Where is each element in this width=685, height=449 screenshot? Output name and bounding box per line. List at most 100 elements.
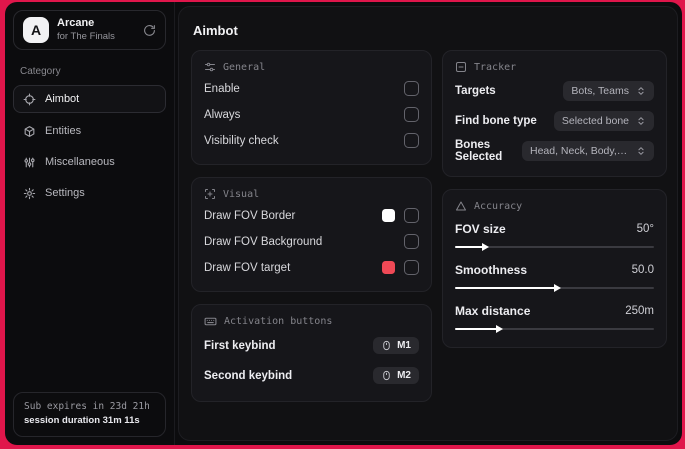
- visibility-check-checkbox[interactable]: [404, 133, 419, 148]
- fov-size-value: 50°: [636, 223, 654, 235]
- smoothness-slider[interactable]: [455, 282, 654, 294]
- subscription-status-card: Sub expires in 23d 21h session duration …: [13, 391, 166, 437]
- first-keybind-button[interactable]: M1: [373, 337, 419, 354]
- setting-row-draw-fov-target: Draw FOV target: [204, 256, 419, 279]
- visual-icon: [204, 188, 216, 200]
- select-value: Head, Neck, Body, Pe..: [530, 144, 629, 157]
- entities-icon: [23, 125, 36, 138]
- chevrons-up-down-icon: [636, 86, 646, 96]
- card-title: Accuracy: [474, 200, 523, 212]
- general-card: General Enable Always Visibility check: [191, 50, 432, 165]
- draw-fov-border-checkbox[interactable]: [404, 208, 419, 223]
- setting-row-smoothness: Smoothness 50.0: [455, 263, 654, 294]
- select-value: Selected bone: [561, 114, 629, 127]
- card-title: Tracker: [474, 61, 517, 73]
- select-value: Bots, Teams: [571, 84, 629, 97]
- setting-row-find-bone-type: Find bone type Selected bone: [455, 107, 654, 134]
- setting-label: Draw FOV target: [204, 261, 291, 274]
- app-window: A Arcane for The Finals Category Aimbot: [5, 2, 682, 445]
- setting-label: Max distance: [455, 304, 531, 318]
- second-keybind-button[interactable]: M2: [373, 367, 419, 384]
- accuracy-icon: [455, 200, 467, 212]
- setting-row-visibility-check: Visibility check: [204, 129, 419, 152]
- fov-border-color-swatch[interactable]: [382, 209, 395, 222]
- setting-row-second-keybind: Second keybind M2: [204, 362, 419, 389]
- slider-fill: [455, 324, 503, 333]
- sidebar-item-aimbot[interactable]: Aimbot: [13, 85, 166, 113]
- setting-label: Draw FOV Border: [204, 209, 296, 222]
- page-title: Aimbot: [193, 23, 238, 38]
- gear-icon: [23, 187, 36, 200]
- brand-title: Arcane: [57, 17, 95, 30]
- mouse-icon: [381, 340, 392, 351]
- setting-row-first-keybind: First keybind M1: [204, 332, 419, 359]
- setting-label: Find bone type: [455, 114, 537, 127]
- setting-label: Second keybind: [204, 369, 293, 382]
- brand-card: A Arcane for The Finals: [13, 10, 166, 50]
- setting-row-targets: Targets Bots, Teams: [455, 77, 654, 104]
- setting-row-max-distance: Max distance 250m: [455, 304, 654, 335]
- sidebar-item-settings[interactable]: Settings: [13, 180, 166, 206]
- tracker-icon: [455, 61, 467, 73]
- tracker-card: Tracker Targets Bots, Teams Find bone ty…: [442, 50, 667, 177]
- sidebar: A Arcane for The Finals Category Aimbot: [5, 2, 175, 445]
- slider-fill: [455, 242, 489, 251]
- sub-expiry-text: Sub expires in 23d 21h: [24, 400, 150, 412]
- setting-row-enable: Enable: [204, 77, 419, 100]
- general-sliders-icon: [204, 61, 216, 73]
- card-title: General: [223, 61, 266, 73]
- sidebar-nav: Aimbot Entities Miscellaneous Settings: [13, 85, 166, 206]
- accuracy-card: Accuracy FOV size 50° Smoothness 50.0 Ma…: [442, 189, 667, 348]
- slider-fill: [455, 283, 560, 292]
- fov-target-color-swatch[interactable]: [382, 261, 395, 274]
- max-distance-slider[interactable]: [455, 323, 654, 335]
- find-bone-type-select[interactable]: Selected bone: [553, 110, 654, 131]
- card-title: Visual: [223, 188, 260, 200]
- setting-label: Draw FOV Background: [204, 235, 323, 248]
- enable-checkbox[interactable]: [404, 81, 419, 96]
- visual-card: Visual Draw FOV Border Draw FOV Backgrou…: [191, 177, 432, 292]
- keybind-value: M1: [397, 340, 411, 351]
- setting-row-fov-size: FOV size 50°: [455, 222, 654, 253]
- setting-row-draw-fov-background: Draw FOV Background: [204, 230, 419, 253]
- sidebar-item-entities[interactable]: Entities: [13, 118, 166, 144]
- crosshair-icon: [23, 93, 36, 106]
- sidebar-item-label: Aimbot: [45, 93, 80, 105]
- setting-label: Enable: [204, 82, 240, 95]
- setting-label: First keybind: [204, 339, 276, 352]
- smoothness-value: 50.0: [631, 264, 654, 276]
- setting-label: Targets: [455, 84, 496, 97]
- session-duration-text: session duration 31m 11s: [24, 414, 140, 426]
- setting-label: Visibility check: [204, 134, 279, 147]
- keybind-value: M2: [397, 370, 411, 381]
- setting-label: FOV size: [455, 222, 506, 236]
- setting-label: Always: [204, 108, 241, 121]
- keyboard-icon: [204, 315, 217, 328]
- chevrons-up-down-icon: [636, 116, 646, 126]
- setting-row-always: Always: [204, 103, 419, 126]
- sidebar-item-miscellaneous[interactable]: Miscellaneous: [13, 149, 166, 175]
- draw-fov-target-checkbox[interactable]: [404, 260, 419, 275]
- brand-subtitle: for The Finals: [57, 30, 115, 42]
- refresh-icon[interactable]: [143, 24, 156, 37]
- draw-fov-background-checkbox[interactable]: [404, 234, 419, 249]
- mouse-icon: [381, 370, 392, 381]
- card-title: Activation buttons: [224, 316, 333, 327]
- bones-selected-select[interactable]: Head, Neck, Body, Pe..: [522, 140, 654, 161]
- category-label: Category: [20, 66, 61, 77]
- max-distance-value: 250m: [625, 305, 654, 317]
- avatar: A: [23, 17, 49, 43]
- always-checkbox[interactable]: [404, 107, 419, 122]
- activation-buttons-card: Activation buttons First keybind M1 Seco…: [191, 304, 432, 402]
- setting-label: Smoothness: [455, 263, 528, 277]
- sidebar-item-label: Miscellaneous: [45, 156, 115, 168]
- setting-label: Bones Selected: [455, 138, 503, 163]
- sliders-icon: [23, 156, 36, 169]
- fov-size-slider[interactable]: [455, 241, 654, 253]
- main-panel: Aimbot General Enable Always Visibility …: [178, 6, 678, 441]
- setting-row-draw-fov-border: Draw FOV Border: [204, 204, 419, 227]
- chevrons-up-down-icon: [636, 146, 646, 156]
- sidebar-item-label: Entities: [45, 125, 82, 137]
- targets-select[interactable]: Bots, Teams: [563, 80, 654, 101]
- setting-row-bones-selected: Bones Selected Head, Neck, Body, Pe..: [455, 137, 654, 164]
